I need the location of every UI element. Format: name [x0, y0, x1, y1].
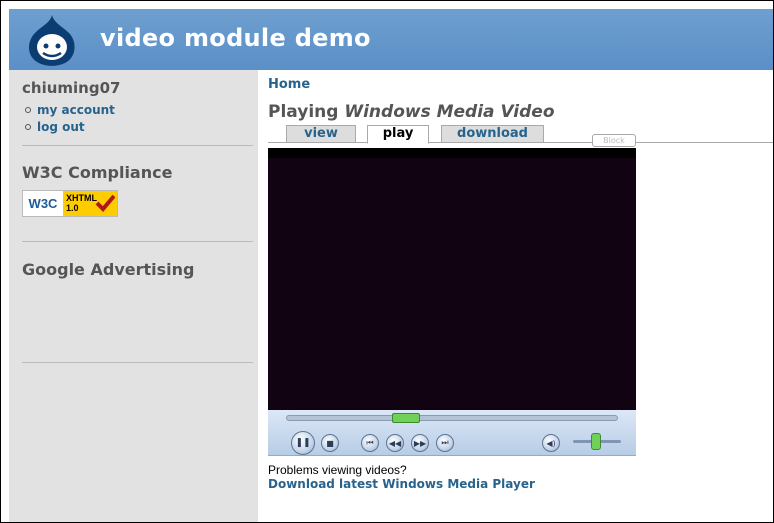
checkmark-icon	[95, 194, 115, 212]
next-icon[interactable]: ⏭	[436, 434, 454, 452]
xhtml-label: XHTML 1.0	[63, 191, 117, 216]
user-block-title: chiuming07	[22, 79, 121, 97]
fast-forward-icon[interactable]: ▶▶	[411, 434, 429, 452]
user-menu: my account log out	[22, 102, 115, 136]
tab-play[interactable]: play	[367, 125, 429, 144]
divider	[22, 241, 253, 242]
mute-icon[interactable]: ◀)	[542, 434, 560, 452]
drupal-drop-icon[interactable]	[23, 13, 81, 67]
menu-item-my-account[interactable]: my account	[22, 102, 115, 119]
page-title-prefix: Playing	[268, 102, 345, 122]
sidebar: chiuming07 my account log out W3C Compli…	[9, 70, 258, 522]
xhtml-badge[interactable]: W3C XHTML 1.0	[22, 190, 118, 217]
tab-view[interactable]: view	[286, 125, 356, 143]
rewind-icon[interactable]: ◀◀	[386, 434, 404, 452]
breadcrumb[interactable]: Home	[268, 77, 310, 92]
stop-icon[interactable]: ■	[321, 434, 339, 452]
site-header: video module demo	[9, 9, 773, 70]
problems-text: Problems viewing videos?	[268, 463, 407, 477]
tab-download[interactable]: download	[441, 125, 544, 143]
pause-icon[interactable]: ❚❚	[291, 431, 315, 455]
volume-thumb[interactable]	[591, 433, 601, 450]
video-top-band	[268, 148, 636, 158]
download-player-link[interactable]: Download latest Windows Media Player	[268, 477, 535, 491]
video-area[interactable]	[268, 148, 636, 410]
browser-frame: video module demo chiuming07 my account …	[0, 0, 774, 523]
page-title-emphasis: Windows Media Video	[344, 102, 555, 122]
block-tag[interactable]: Block	[592, 134, 636, 147]
player-controls: ❚❚ ■ ⏮ ◀◀ ▶▶ ⏭ ◀)	[268, 410, 636, 456]
previous-icon[interactable]: ⏮	[361, 434, 379, 452]
menu-item-label[interactable]: log out	[37, 120, 85, 134]
menu-item-label[interactable]: my account	[37, 103, 115, 117]
page-title: Playing Windows Media Video	[268, 102, 555, 122]
seek-bar[interactable]	[286, 415, 618, 421]
tab-bar: view play download	[268, 125, 773, 144]
w3c-logo: W3C	[28, 196, 58, 211]
site-name[interactable]: video module demo	[100, 24, 371, 52]
divider	[22, 362, 253, 363]
w3c-block-title: W3C Compliance	[22, 163, 173, 182]
bullet-icon	[25, 107, 31, 113]
ads-block-title: Google Advertising	[22, 260, 195, 279]
menu-item-log-out[interactable]: log out	[22, 119, 115, 136]
bullet-icon	[25, 124, 31, 130]
divider	[22, 145, 253, 146]
seek-thumb[interactable]	[392, 413, 420, 423]
